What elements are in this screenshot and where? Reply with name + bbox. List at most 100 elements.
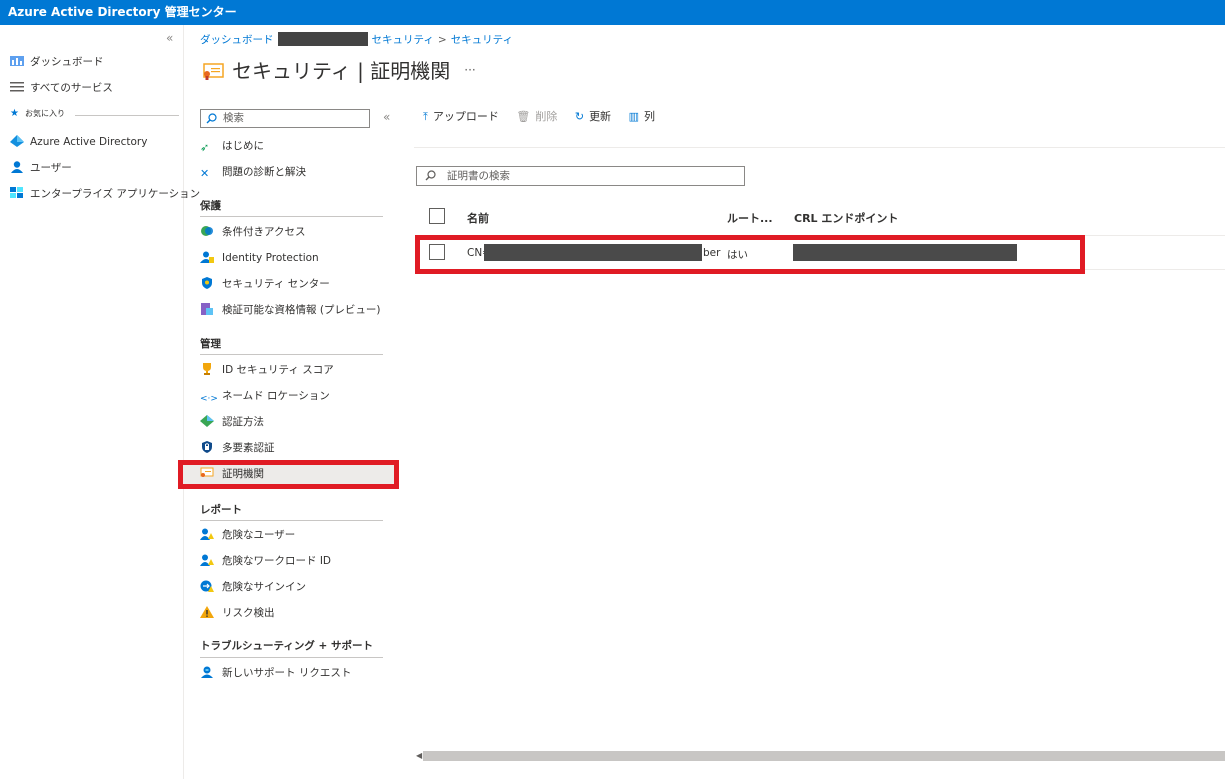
refresh-label: 更新: [589, 110, 612, 123]
nav-item-enterprise-apps[interactable]: エンタープライズ アプリケーション: [10, 185, 200, 203]
nav-item-label: ダッシュボード: [30, 56, 104, 68]
named-location-icon: <·>: [200, 394, 218, 404]
identity-protection-icon: [200, 251, 214, 263]
warning-icon: [200, 606, 214, 618]
nav-item-all-services[interactable]: すべてのサービス: [10, 79, 113, 97]
search-icon: [425, 170, 436, 181]
section-manage: 管理: [200, 338, 221, 350]
redacted-crl-endpoint: [793, 244, 1017, 261]
breadcrumb-security-current[interactable]: セキュリティ: [451, 34, 513, 46]
trash-icon: 🗑: [516, 110, 531, 123]
menu-search-input[interactable]: 検索: [200, 109, 370, 128]
menu-item-label: 証明機関: [222, 468, 264, 480]
nav-item-label: すべてのサービス: [30, 82, 113, 94]
risky-signin-icon: [200, 580, 214, 592]
nav-item-aad[interactable]: Azure Active Directory: [10, 133, 147, 151]
support-icon: [201, 666, 213, 678]
wrench-icon: ✕: [200, 167, 210, 180]
delete-label: 削除: [535, 110, 558, 123]
menu-item-named-locations[interactable]: <·> ネームド ロケーション: [200, 387, 330, 405]
nav-item-label: エンタープライズ アプリケーション: [30, 188, 201, 200]
section-divider: [200, 657, 383, 658]
shield-icon: [202, 277, 212, 289]
redacted-tenant: [277, 32, 368, 46]
columns-button[interactable]: ▥ 列: [629, 108, 655, 124]
menu-item-risky-workload-ids[interactable]: 危険なワークロード ID: [200, 552, 331, 570]
row-divider: [1085, 269, 1225, 270]
breadcrumb-security[interactable]: セキュリティ: [372, 34, 434, 46]
auth-method-icon: [200, 415, 214, 427]
menu-item-risky-signins[interactable]: 危険なサインイン: [200, 578, 306, 596]
row-divider: [1085, 235, 1225, 236]
left-nav: « ダッシュボード すべてのサービス ★ お気に入り Azure Active D…: [0, 25, 200, 779]
trophy-icon: [203, 363, 211, 375]
refresh-button[interactable]: ↻ 更新: [575, 108, 611, 124]
nav-item-users[interactable]: ユーザー: [10, 159, 72, 177]
menu-item-label: 多要素認証: [222, 442, 275, 454]
columns-icon: ▥: [628, 110, 639, 123]
collapse-menu-button[interactable]: «: [383, 110, 390, 124]
section-divider: [200, 520, 383, 521]
column-header-root[interactable]: ルート...: [727, 210, 773, 226]
rocket-icon: ➶: [200, 141, 210, 154]
menu-item-label: 新しいサポート リクエスト: [222, 667, 352, 679]
conditional-access-icon: [201, 226, 213, 236]
menu-item-identity-protection[interactable]: Identity Protection: [200, 249, 319, 267]
certificate-search-placeholder: 証明書の検索: [447, 170, 510, 182]
menu-item-security-center[interactable]: セキュリティ センター: [200, 275, 330, 293]
column-header-name[interactable]: 名前: [467, 210, 489, 226]
toolbar-divider: [414, 147, 1225, 148]
menu-item-label: 危険なワークロード ID: [222, 555, 332, 567]
column-header-crl[interactable]: CRL エンドポイント: [794, 210, 898, 226]
refresh-icon: ↻: [574, 110, 585, 123]
section-troubleshooting: トラブルシューティング + サポート: [200, 640, 373, 652]
menu-item-label: 検証可能な資格情報 (プレビュー): [222, 304, 381, 316]
menu-item-verifiable-credentials[interactable]: 検証可能な資格情報 (プレビュー): [200, 301, 381, 319]
upload-button[interactable]: ⤒ アップロード: [423, 108, 499, 124]
menu-item-conditional-access[interactable]: 条件付きアクセス: [200, 223, 305, 241]
horizontal-scrollbar[interactable]: [423, 751, 1225, 761]
section-divider: [200, 216, 383, 217]
app-header: Azure Active Directory 管理センター: [0, 0, 1225, 25]
menu-item-label: 認証方法: [222, 416, 264, 428]
list-icon: [10, 82, 24, 92]
cell-name-suffix: ber: [703, 247, 721, 259]
star-icon: ★: [10, 108, 19, 119]
certificate-icon: [200, 467, 214, 477]
menu-item-label: リスク検出: [222, 607, 275, 619]
row-checkbox[interactable]: [429, 244, 445, 260]
favorites-label: お気に入り: [24, 109, 65, 118]
section-divider: [200, 354, 383, 355]
nav-item-label: ユーザー: [30, 162, 72, 174]
collapse-nav-button[interactable]: «: [166, 31, 173, 45]
menu-item-risky-users[interactable]: 危険なユーザー: [200, 526, 295, 544]
more-options-button[interactable]: ···: [464, 63, 475, 77]
menu-item-new-support-request[interactable]: 新しいサポート リクエスト: [200, 664, 351, 682]
menu-item-diagnose[interactable]: ✕ 問題の診断と解決: [200, 163, 306, 181]
dashboard-icon: [10, 56, 24, 66]
columns-label: 列: [643, 110, 655, 123]
menu-item-authentication-methods[interactable]: 認証方法: [200, 413, 264, 431]
menu-item-label: ネームド ロケーション: [222, 390, 330, 402]
nav-item-dashboard[interactable]: ダッシュボード: [10, 53, 104, 71]
delete-button[interactable]: 🗑 削除: [516, 108, 557, 124]
search-icon: [206, 113, 217, 124]
certificate-search-input[interactable]: 証明書の検索: [416, 166, 745, 186]
risky-workload-icon: [200, 554, 214, 566]
app-title[interactable]: Azure Active Directory 管理センター: [8, 5, 237, 19]
page-title-text: セキュリティ | 証明機関: [232, 59, 451, 83]
menu-item-mfa[interactable]: 多要素認証: [200, 439, 275, 457]
nav-item-label: Azure Active Directory: [30, 136, 148, 148]
breadcrumb: ダッシュボード セキュリティ > セキュリティ: [200, 32, 513, 47]
menu-item-risk-detections[interactable]: リスク検出: [200, 604, 275, 622]
apps-icon: [10, 187, 23, 198]
favorites-divider: [75, 115, 179, 116]
menu-item-label: 危険なユーザー: [222, 529, 296, 541]
select-all-checkbox[interactable]: [429, 208, 445, 224]
menu-item-certificate-authorities[interactable]: 証明機関: [178, 460, 399, 489]
menu-item-getting-started[interactable]: ➶ はじめに: [200, 137, 264, 155]
nav-favorites-header: ★ お気に入り: [10, 105, 65, 123]
upload-label: アップロード: [432, 110, 499, 123]
breadcrumb-dashboard[interactable]: ダッシュボード: [200, 34, 274, 46]
menu-item-identity-secure-score[interactable]: ID セキュリティ スコア: [200, 361, 334, 379]
